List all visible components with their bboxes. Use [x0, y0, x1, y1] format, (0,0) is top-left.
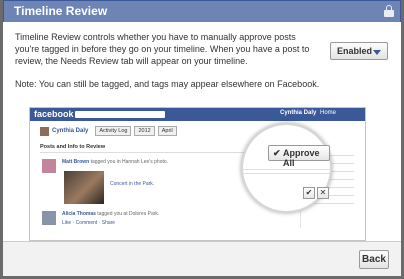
avatar — [40, 127, 49, 136]
dialog-title-bar: Timeline Review — [3, 0, 401, 22]
preview-post-2-author: Alicia Thomas — [62, 211, 96, 217]
preview-photo-caption: Concert in the Park. — [110, 181, 155, 187]
dialog-footer: Back — [3, 241, 401, 276]
approve-all-button: ✔ Approve All — [268, 145, 330, 168]
preview-post-1-author: Matt Brown — [62, 159, 90, 165]
preview-top-user: Cynthia Daly — [280, 110, 317, 116]
preview-filter-row: Cynthia Daly Activity Log 2012 April — [40, 126, 177, 138]
preview-home-link: Home — [320, 110, 337, 116]
preview-filter-year: 2012 — [134, 126, 155, 136]
facebook-logo: facebook — [34, 109, 74, 119]
enabled-dropdown[interactable]: Enabled — [330, 42, 388, 60]
avatar — [42, 211, 56, 225]
dialog-description: Timeline Review controls whether you hav… — [15, 32, 310, 66]
reject-post-button: ✕ — [317, 187, 329, 199]
preview-post-1-action: tagged you in Hannah Lee's photo. — [90, 159, 169, 165]
preview-top-bar: facebook Cynthia Daly Home — [30, 108, 365, 121]
close-icon: ✕ — [319, 188, 327, 197]
preview-filter-activity-log: Activity Log — [95, 126, 132, 136]
checkmark-icon: ✔ — [305, 188, 313, 197]
dialog-note: Note: You can still be tagged, and tags … — [15, 79, 320, 89]
preview-post-1-text: Matt Brown tagged you in Hannah Lee's ph… — [62, 159, 168, 165]
preview-post-2-action: tagged you at Dolores Park. — [97, 211, 160, 217]
divider — [243, 173, 330, 174]
preview-search-box — [75, 111, 165, 118]
timeline-review-preview: facebook Cynthia Daly Home Cynthia Daly … — [29, 107, 366, 241]
preview-post-2-meta: Like · Comment · Share — [62, 220, 116, 226]
lock-icon — [384, 5, 394, 17]
avatar — [42, 159, 56, 173]
magnifier-callout — [241, 123, 332, 213]
checkmark-icon: ✔ — [273, 148, 281, 158]
preview-profile-name: Cynthia Daly — [52, 128, 89, 134]
back-button[interactable]: Back — [359, 250, 389, 269]
enabled-dropdown-label: Enabled — [337, 46, 373, 56]
preview-filter-month: April — [157, 126, 177, 136]
approve-post-button: ✔ — [303, 187, 315, 199]
preview-tagged-photo — [64, 171, 104, 204]
preview-section-heading: Posts and Info to Review — [40, 144, 106, 150]
divider — [40, 152, 245, 153]
preview-post-2-text: Alicia Thomas tagged you at Dolores Park… — [62, 211, 159, 217]
dialog-title: Timeline Review — [14, 4, 108, 18]
dialog-content: Timeline Review controls whether you hav… — [3, 22, 401, 241]
divider — [243, 169, 330, 170]
chevron-down-icon — [373, 50, 381, 55]
